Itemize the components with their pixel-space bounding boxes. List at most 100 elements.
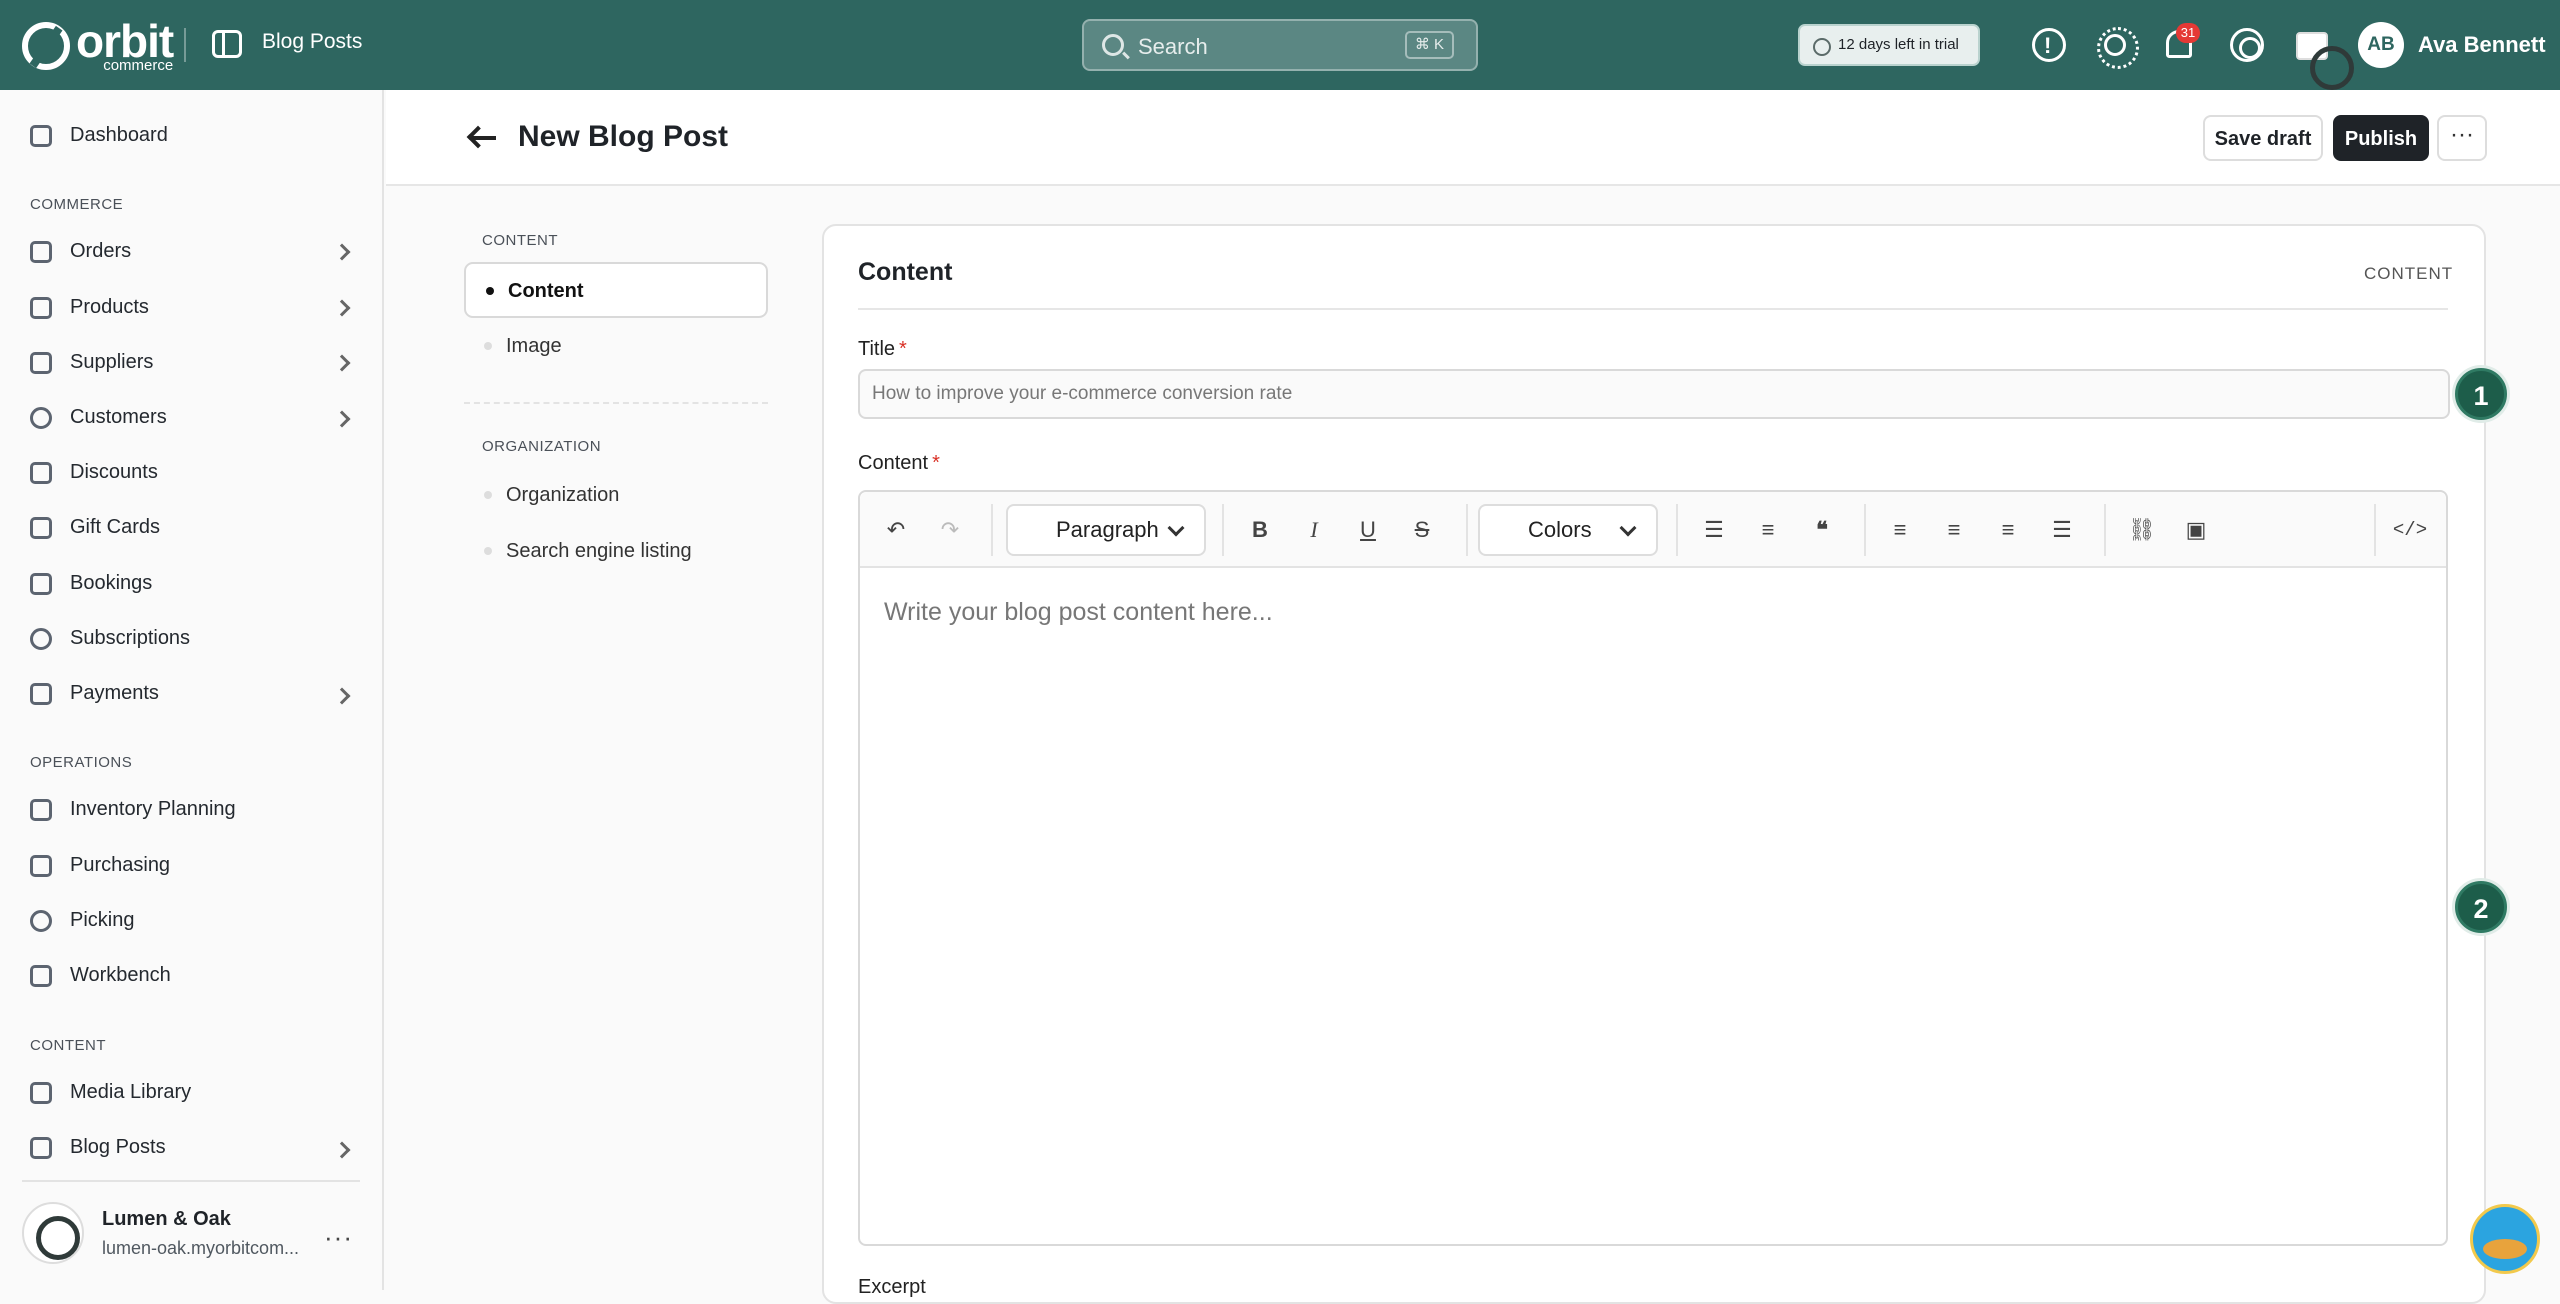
storefront-icon[interactable] <box>2296 32 2354 90</box>
sidebar-item-inventory-planning[interactable]: Inventory Planning <box>30 798 236 821</box>
colors-select[interactable]: Colors <box>1478 504 1658 556</box>
code-view-icon[interactable]: </> <box>2390 510 2430 550</box>
editor-placeholder: Write your blog post content here... <box>884 598 1273 626</box>
italic-icon[interactable]: I <box>1294 510 1334 550</box>
align-right-icon[interactable]: ≡ <box>1988 510 2028 550</box>
insert-image-icon[interactable]: ▣ <box>2176 510 2216 550</box>
topbar-divider <box>184 28 186 62</box>
bold-icon[interactable]: B <box>1240 510 1280 550</box>
sidebar-item-label: Discounts <box>70 461 158 483</box>
sidebar-item-label: Suppliers <box>70 351 154 373</box>
toc-item-content[interactable]: Content <box>464 262 768 318</box>
search-placeholder: Search <box>1138 34 1208 59</box>
notification-count-badge: 31 <box>2176 23 2200 43</box>
theme-sun-icon[interactable] <box>2097 27 2139 69</box>
sidebar-item-label: Customers <box>70 406 167 428</box>
sidebar-item-workbench[interactable]: Workbench <box>30 964 171 987</box>
sidebar-item-subscriptions[interactable]: Subscriptions <box>30 627 190 650</box>
underline-icon[interactable]: U <box>1348 510 1388 550</box>
assistant-avatar-button[interactable] <box>2470 1204 2540 1274</box>
more-options-button[interactable]: ··· <box>2437 115 2487 161</box>
store-name[interactable]: Lumen & Oak <box>102 1208 231 1231</box>
sidebar-item-media-library[interactable]: Media Library <box>30 1081 191 1104</box>
undo-icon[interactable]: ↶ <box>876 510 916 550</box>
info-icon[interactable] <box>2032 28 2066 62</box>
sidebar-item-label: Dashboard <box>70 124 168 146</box>
bullet-list-icon[interactable]: ☰ <box>1694 510 1734 550</box>
step-marker-2: 2 <box>2455 881 2507 933</box>
sidebar-item-label: Workbench <box>70 964 171 986</box>
toc-item-organization[interactable]: Organization <box>464 468 768 524</box>
clipboard-icon <box>30 798 52 821</box>
blog-icon <box>30 1136 52 1159</box>
sidebar-item-label: Gift Cards <box>70 516 161 538</box>
toolbar-separator <box>1222 504 1224 556</box>
redo-icon[interactable]: ↷ <box>930 510 970 550</box>
sidebar-item-dashboard[interactable]: Dashboard <box>30 124 168 147</box>
sidebar-item-suppliers[interactable]: Suppliers <box>30 351 153 374</box>
refresh-icon <box>30 627 52 650</box>
toc-item-image[interactable]: Image <box>464 319 768 375</box>
sidebar-divider <box>22 1180 360 1182</box>
title-input[interactable]: How to improve your e-commerce conversio… <box>858 369 2450 419</box>
sidebar-toggle-icon[interactable] <box>212 30 242 58</box>
paragraph-select-label: Paragraph <box>1056 517 1159 542</box>
required-mark: * <box>899 338 907 360</box>
quote-icon[interactable]: ❝ <box>1802 510 1842 550</box>
sidebar-item-label: Picking <box>70 909 135 931</box>
store-url: lumen-oak.myorbitcom... <box>102 1238 300 1258</box>
paragraph-style-select[interactable]: Paragraph <box>1006 504 1206 556</box>
sidebar-item-purchasing[interactable]: Purchasing <box>30 854 170 877</box>
user-name[interactable]: Ava Bennett <box>2418 32 2546 58</box>
toc-item-search-engine-listing[interactable]: Search engine listing <box>464 524 768 580</box>
excerpt-label: Excerpt <box>858 1276 926 1298</box>
avatar[interactable]: AB <box>2358 22 2404 68</box>
align-left-icon[interactable]: ≡ <box>1880 510 1920 550</box>
sidebar-item-label: Media Library <box>70 1081 192 1103</box>
page-title: New Blog Post <box>518 120 729 153</box>
card-divider <box>858 308 2448 310</box>
section-content: CONTENT <box>30 1037 106 1054</box>
store-logo-icon[interactable] <box>22 1202 84 1264</box>
content-label-text: Content <box>858 452 929 474</box>
strikethrough-icon[interactable]: S <box>1402 510 1442 550</box>
toolbar-separator <box>2104 504 2106 556</box>
sidebar-item-payments[interactable]: Payments <box>30 682 159 705</box>
sidebar-item-label: Products <box>70 296 149 318</box>
workbench-icon <box>30 964 52 987</box>
orbit-logo[interactable]: orbit commerce <box>22 18 174 73</box>
publish-button[interactable]: Publish <box>2333 115 2429 161</box>
link-icon[interactable]: ⛓ <box>2122 510 2162 550</box>
align-center-icon[interactable]: ≡ <box>1934 510 1974 550</box>
save-draft-button[interactable]: Save draft <box>2203 115 2323 161</box>
sidebar-item-picking[interactable]: Picking <box>30 909 134 932</box>
sidebar-item-discounts[interactable]: Discounts <box>30 461 158 484</box>
search-input[interactable]: Search ⌘ K <box>1082 19 1478 71</box>
orders-icon <box>30 240 52 263</box>
numbered-list-icon[interactable]: ≡ <box>1748 510 1788 550</box>
sidebar-item-products[interactable]: Products <box>30 296 149 319</box>
colors-select-label: Colors <box>1528 517 1592 542</box>
breadcrumb[interactable]: Blog Posts <box>262 30 362 54</box>
sidebar-item-label: Bookings <box>70 572 153 594</box>
sidebar-item-gift-cards[interactable]: Gift Cards <box>30 516 160 539</box>
sidebar-item-orders[interactable]: Orders <box>30 240 131 263</box>
gift-icon <box>30 516 52 539</box>
content-label: Content * <box>858 452 940 475</box>
align-justify-icon[interactable]: ☰ <box>2042 510 2082 550</box>
sidebar-item-customers[interactable]: Customers <box>30 406 167 429</box>
trial-badge[interactable]: 12 days left in trial <box>1798 24 1980 66</box>
section-commerce: COMMERCE <box>30 196 124 213</box>
help-lifebuoy-icon[interactable] <box>2230 28 2264 62</box>
card-title: Content <box>858 258 953 286</box>
tag-icon <box>30 461 52 484</box>
credit-card-icon <box>30 682 52 705</box>
toc-heading-content: CONTENT <box>482 232 558 249</box>
store-menu-button[interactable]: ··· <box>324 1222 353 1253</box>
location-pin-icon <box>30 909 52 932</box>
sidebar-item-bookings[interactable]: Bookings <box>30 572 152 595</box>
search-shortcut: ⌘ K <box>1404 31 1454 59</box>
sidebar-item-blog-posts[interactable]: Blog Posts <box>30 1136 166 1159</box>
suppliers-icon <box>30 351 52 374</box>
back-arrow-icon[interactable] <box>470 136 496 140</box>
